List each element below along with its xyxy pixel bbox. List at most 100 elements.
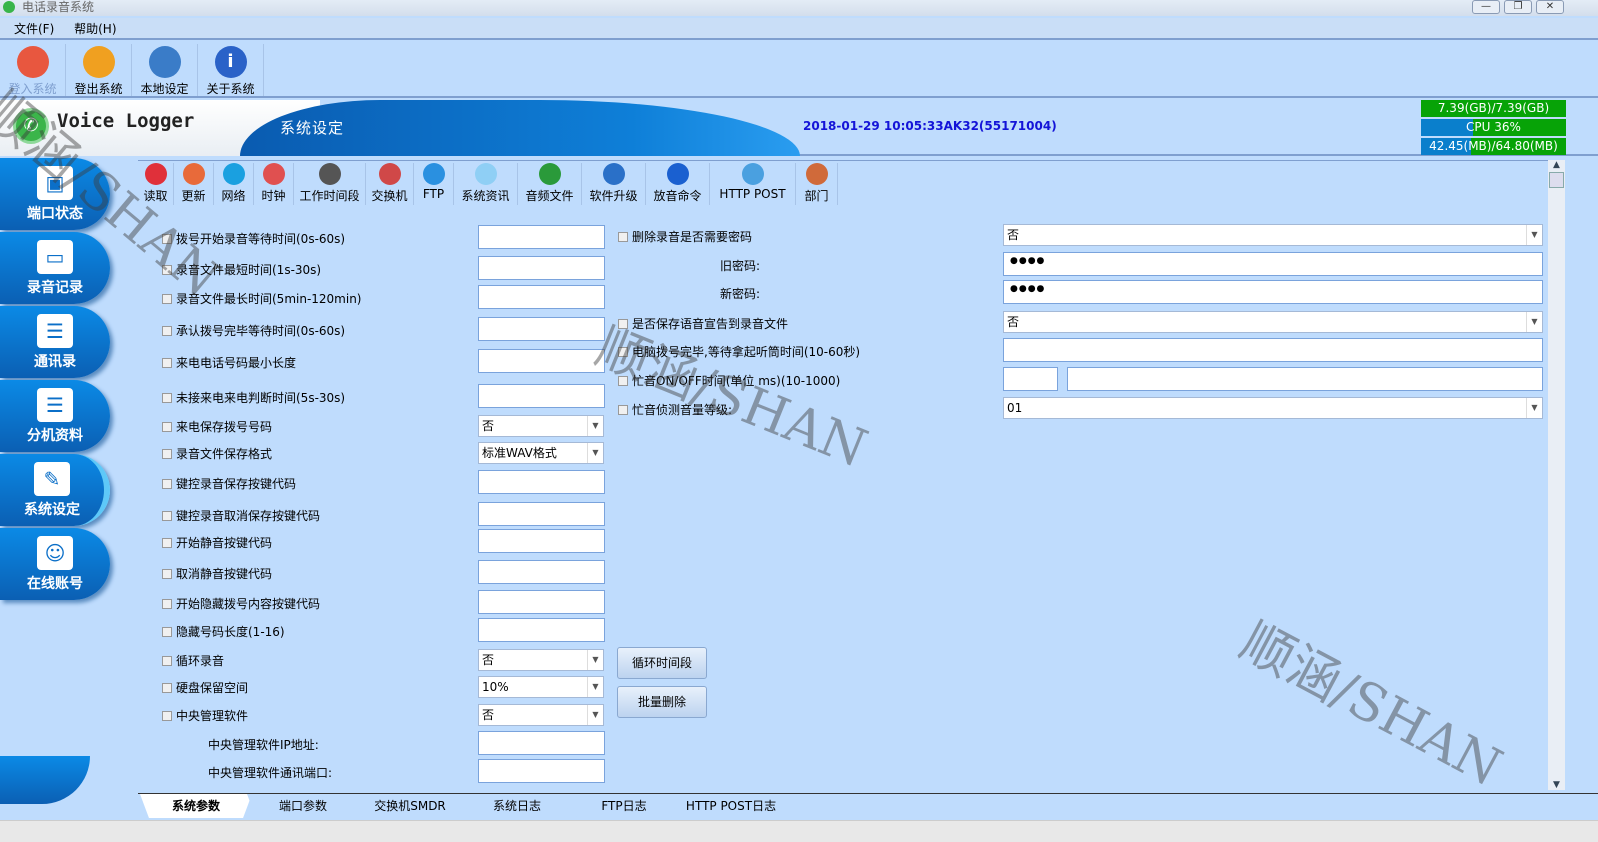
tab[interactable]: 系统参数 [140, 794, 252, 818]
setting-label[interactable]: 录音文件保存格式 [162, 445, 272, 462]
vertical-scrollbar[interactable]: ▲ ▼ [1548, 160, 1565, 790]
tab[interactable]: HTTP POST日志 [675, 794, 787, 818]
sidebar-item[interactable]: ☰ 分机资料 [0, 380, 110, 452]
password-input[interactable]: ●●●● [1003, 280, 1543, 304]
setting-label[interactable]: 中央管理软件 [162, 707, 248, 724]
setting-checkbox[interactable] [162, 294, 172, 304]
setting-label[interactable]: 循环录音 [162, 652, 224, 669]
toolbar-button[interactable]: 本地设定 [132, 44, 198, 96]
setting-label[interactable]: 取消静音按键代码 [162, 565, 272, 582]
setting-input[interactable] [1003, 338, 1543, 362]
setting-checkbox[interactable] [162, 234, 172, 244]
setting-checkbox[interactable] [618, 232, 628, 242]
setting-input[interactable] [478, 225, 605, 249]
setting-label[interactable]: 拨号开始录音等待时间(0s-60s) [162, 230, 345, 247]
settings-tool-button[interactable]: HTTP POST [710, 163, 796, 205]
setting-checkbox[interactable] [618, 347, 628, 357]
toolbar-button[interactable]: i 关于系统 [198, 44, 264, 96]
toolbar-button[interactable]: 登入系统 [0, 44, 66, 96]
password-input[interactable]: ●●●● [1003, 252, 1543, 276]
setting-label[interactable]: 忙音侦测音量等级: [618, 401, 732, 418]
loop-period-button[interactable]: 循环时间段 [617, 647, 707, 679]
setting-select[interactable]: 10% ▼ [478, 676, 604, 698]
setting-select[interactable]: 否 ▼ [478, 649, 604, 671]
settings-tool-button[interactable]: 更新 [174, 163, 214, 205]
setting-input[interactable] [478, 529, 605, 553]
setting-input[interactable] [478, 502, 605, 526]
setting-label[interactable]: 未接来电来电判断时间(5s-30s) [162, 389, 345, 406]
setting-input[interactable] [478, 759, 605, 783]
sidebar-item[interactable]: ☺ 在线账号 [0, 528, 110, 600]
setting-checkbox[interactable] [162, 538, 172, 548]
settings-tool-button[interactable]: 读取 [138, 163, 174, 205]
setting-checkbox[interactable] [162, 449, 172, 459]
scroll-thumb[interactable] [1549, 172, 1564, 188]
setting-select[interactable]: 否 ▼ [1003, 224, 1543, 246]
setting-checkbox[interactable] [162, 326, 172, 336]
tab[interactable]: 系统日志 [461, 794, 573, 818]
tab[interactable]: 交换机SMDR [354, 794, 466, 818]
setting-input[interactable] [478, 256, 605, 280]
tab[interactable]: FTP日志 [568, 794, 680, 818]
sidebar-item[interactable]: ✎ 系统设定 [0, 454, 110, 526]
setting-checkbox[interactable] [162, 599, 172, 609]
setting-label[interactable]: 开始静音按键代码 [162, 534, 272, 551]
minimize-button[interactable]: — [1472, 0, 1500, 14]
setting-label[interactable]: 隐藏号码长度(1-16) [162, 623, 285, 640]
setting-label[interactable]: 忙音ON/OFF时间(单位 ms)(10-1000) [618, 372, 840, 389]
setting-label[interactable]: 硬盘保留空间 [162, 679, 248, 696]
setting-label[interactable]: 录音文件最长时间(5min-120min) [162, 290, 362, 307]
setting-label[interactable]: 电脑拨号完毕,等待拿起听筒时间(10-60秒) [618, 343, 860, 360]
setting-input[interactable] [478, 317, 605, 341]
tab[interactable]: 端口参数 [247, 794, 359, 818]
setting-checkbox[interactable] [162, 569, 172, 579]
setting-checkbox[interactable] [162, 627, 172, 637]
setting-checkbox[interactable] [162, 358, 172, 368]
setting-select[interactable]: 标准WAV格式 ▼ [478, 442, 604, 464]
chevron-down-icon[interactable]: ▼ [587, 443, 603, 463]
setting-input[interactable] [478, 560, 605, 584]
setting-checkbox[interactable] [162, 393, 172, 403]
chevron-down-icon[interactable]: ▼ [1526, 225, 1542, 245]
sidebar-item[interactable]: ☰ 通讯录 [0, 306, 110, 378]
chevron-down-icon[interactable]: ▼ [1526, 312, 1542, 332]
setting-label[interactable]: 承认拨号完毕等待时间(0s-60s) [162, 322, 345, 339]
menu-file[interactable]: 文件(F) [14, 22, 54, 36]
setting-select[interactable]: 否 ▼ [478, 415, 604, 437]
setting-select[interactable]: 01 ▼ [1003, 397, 1543, 419]
setting-input[interactable] [478, 731, 605, 755]
setting-input[interactable] [478, 285, 605, 309]
setting-checkbox[interactable] [162, 479, 172, 489]
setting-checkbox[interactable] [162, 511, 172, 521]
setting-checkbox[interactable] [162, 265, 172, 275]
setting-select[interactable]: 否 ▼ [478, 704, 604, 726]
close-button[interactable]: ✕ [1536, 0, 1564, 14]
chevron-down-icon[interactable]: ▼ [587, 650, 603, 670]
restore-button[interactable]: ❐ [1504, 0, 1532, 14]
scroll-up-icon[interactable]: ▲ [1548, 160, 1565, 170]
settings-tool-button[interactable]: 网络 [214, 163, 254, 205]
setting-checkbox[interactable] [162, 711, 172, 721]
setting-checkbox[interactable] [618, 319, 628, 329]
setting-label[interactable]: 录音文件最短时间(1s-30s) [162, 261, 321, 278]
busy-on-input[interactable] [1003, 367, 1058, 391]
setting-input[interactable] [478, 590, 605, 614]
settings-tool-button[interactable]: 音频文件 [518, 163, 582, 205]
chevron-down-icon[interactable]: ▼ [1526, 398, 1542, 418]
scroll-down-icon[interactable]: ▼ [1548, 780, 1565, 790]
settings-tool-button[interactable]: 部门 [796, 163, 838, 205]
setting-input[interactable] [478, 470, 605, 494]
sidebar-item[interactable]: ▣ 端口状态 [0, 158, 110, 230]
settings-tool-button[interactable]: 放音命令 [646, 163, 710, 205]
settings-tool-button[interactable]: 软件升级 [582, 163, 646, 205]
setting-label[interactable]: 键控录音保存按键代码 [162, 475, 296, 492]
setting-label[interactable]: 来电保存拨号号码 [162, 418, 272, 435]
setting-label[interactable]: 键控录音取消保存按键代码 [162, 507, 320, 524]
setting-label[interactable]: 来电电话号码最小长度 [162, 354, 296, 371]
setting-label[interactable]: 开始隐藏拨号内容按键代码 [162, 595, 320, 612]
sidebar-item[interactable]: ▭ 录音记录 [0, 232, 110, 304]
settings-tool-button[interactable]: 交换机 [366, 163, 414, 205]
setting-checkbox[interactable] [162, 656, 172, 666]
setting-label[interactable]: 是否保存语音宣告到录音文件 [618, 315, 788, 332]
chevron-down-icon[interactable]: ▼ [587, 677, 603, 697]
